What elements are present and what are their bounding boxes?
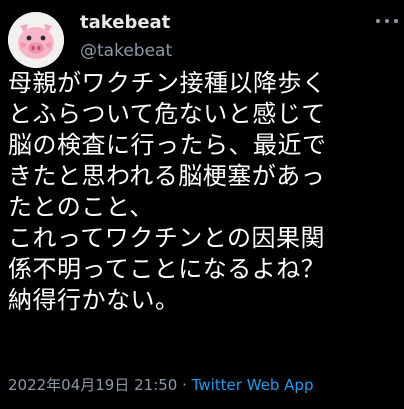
tweet-text-line: とふらついて危ないと感じて [8,100,326,128]
pig-avatar-icon [8,12,64,68]
tweet-text-line: 母親がワクチン接種以降歩く [8,69,327,97]
more-options-icon[interactable] [376,10,398,32]
tweet-meta: 2022年04月19日 21:50 · Twitter Web App [8,374,313,395]
tweet-text-line: きたと思われる脳梗塞があっ [8,162,326,190]
tweet-timestamp[interactable]: 2022年04月19日 21:50 [8,376,177,394]
user-handle[interactable]: @takebeat [80,41,172,61]
display-name[interactable]: takebeat [80,12,170,33]
meta-separator: · [177,376,192,394]
tweet-text-line: 脳の検査に行ったら、最近で [8,131,327,159]
tweet-text-line: これってワクチンとの因果関 [8,224,326,252]
tweet-text-line: 納得行かない。 [8,286,180,314]
avatar[interactable] [8,12,64,68]
tweet-source-link[interactable]: Twitter Web App [192,376,314,394]
tweet-text: 母親がワクチン接種以降歩く とふらついて危ないと感じて 脳の検査に行ったら、最近… [8,68,400,316]
tweet-text-line: たとのこと、 [8,193,154,221]
tweet-text-line: 係不明ってことになるよね？ [8,255,326,283]
tweet-card: takebeat @takebeat 母親がワクチン接種以降歩く とふらついて危… [0,0,404,409]
